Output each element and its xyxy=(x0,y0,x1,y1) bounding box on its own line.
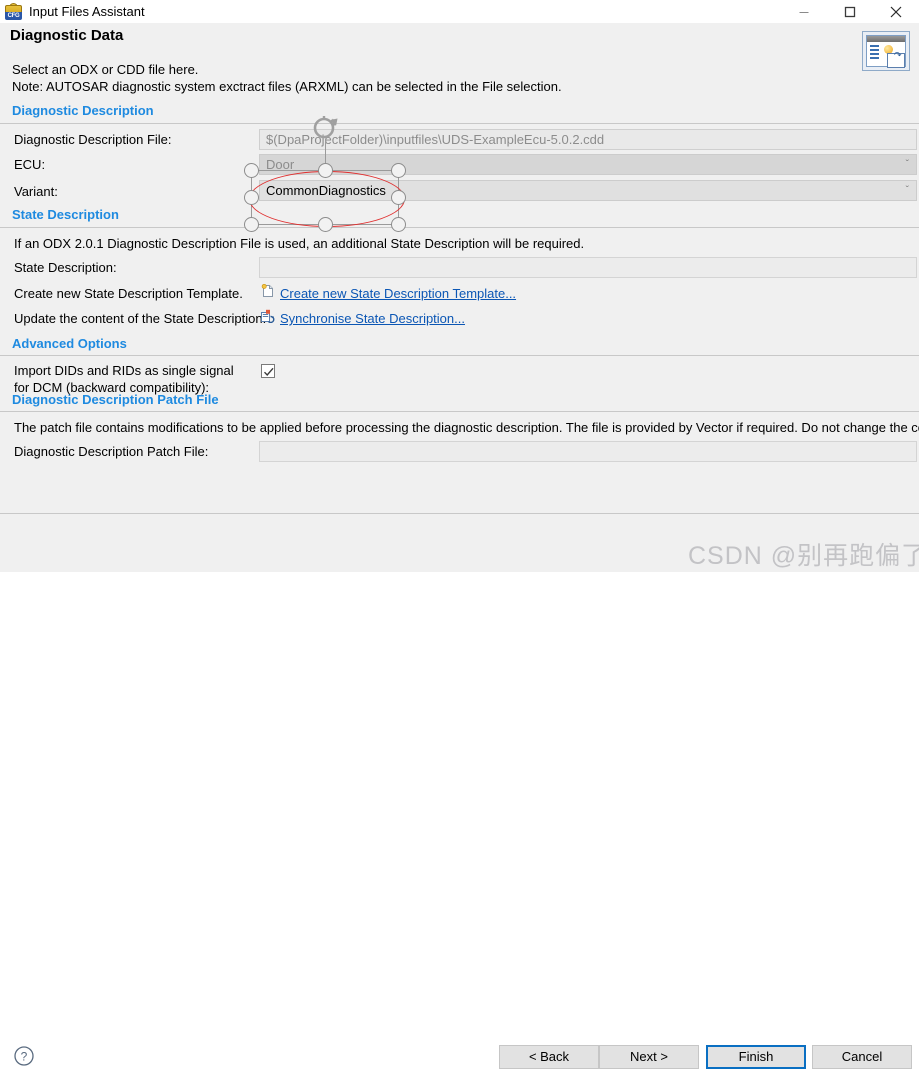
chevron-down-icon: ˇ xyxy=(905,159,909,170)
synchronise-state-description-link[interactable]: Synchronise State Description... xyxy=(280,311,465,326)
input-files-assistant-window: CFG Input Files Assistant Diagnostic Dat… xyxy=(0,0,919,1069)
diagnostic-description-file-input[interactable]: $(DpaProjectFolder)\inputfiles\UDS-Examp… xyxy=(259,129,917,150)
svg-text:?: ? xyxy=(21,1050,28,1064)
patch-file-note: The patch file contains modifications to… xyxy=(14,420,919,435)
minimize-icon xyxy=(799,11,809,13)
page-description-line2: Note: AUTOSAR diagnostic system exctract… xyxy=(12,79,562,94)
page-title: Diagnostic Data xyxy=(10,27,124,44)
section-advanced-options: Advanced Options xyxy=(12,336,127,351)
divider-4 xyxy=(0,411,919,412)
label-diagnostic-description-file: Diagnostic Description File: xyxy=(14,132,172,147)
import-dids-checkbox[interactable] xyxy=(261,364,275,378)
content-panel: Diagnostic Description Diagnostic Descri… xyxy=(0,96,919,476)
label-variant: Variant: xyxy=(14,184,58,199)
patch-file-input[interactable] xyxy=(259,441,917,462)
window-title: Input Files Assistant xyxy=(29,4,145,19)
cancel-button[interactable]: Cancel xyxy=(812,1045,912,1069)
label-ecu: ECU: xyxy=(14,157,46,172)
create-state-description-template-link[interactable]: Create new State Description Template... xyxy=(280,286,516,301)
section-patch-file: Diagnostic Description Patch File xyxy=(12,392,219,407)
back-button[interactable]: < Back xyxy=(499,1045,599,1069)
help-button[interactable]: ? xyxy=(13,1045,35,1067)
synchronise-icon xyxy=(261,309,275,324)
label-update-state-description: Update the content of the State Descript… xyxy=(14,311,267,326)
new-document-icon xyxy=(261,283,275,298)
question-mark-icon: ? xyxy=(14,1046,34,1066)
csdn-watermark: CSDN @别再跑偏了 xyxy=(688,542,919,570)
variant-combobox[interactable]: CommonDiagnostics ˇ xyxy=(259,180,917,201)
finish-button[interactable]: Finish xyxy=(706,1045,806,1069)
maximize-icon xyxy=(844,6,856,17)
variant-value: CommonDiagnostics xyxy=(266,183,386,198)
maximize-button[interactable] xyxy=(827,0,873,23)
title-bar: CFG Input Files Assistant xyxy=(0,0,919,23)
close-icon xyxy=(890,6,902,17)
divider-3 xyxy=(0,355,919,356)
app-cfg-icon: CFG xyxy=(5,3,22,20)
close-button[interactable] xyxy=(873,0,919,23)
ecu-combobox[interactable]: Door ˇ xyxy=(259,154,917,175)
state-description-input[interactable] xyxy=(259,257,917,278)
label-patch-file: Diagnostic Description Patch File: xyxy=(14,444,209,459)
checkmark-icon xyxy=(263,367,274,377)
state-description-note: If an ODX 2.0.1 Diagnostic Description F… xyxy=(14,236,585,251)
label-state-description: State Description: xyxy=(14,260,117,275)
page-description-line1: Select an ODX or CDD file here. xyxy=(12,62,199,77)
next-button[interactable]: Next > xyxy=(599,1045,699,1069)
divider-2 xyxy=(0,227,919,228)
minimize-button[interactable] xyxy=(781,0,827,23)
label-import-dids-line1: Import DIDs and RIDs as single signal xyxy=(14,363,234,378)
chevron-down-icon: ˇ xyxy=(905,185,909,196)
section-state-description: State Description xyxy=(12,207,119,222)
label-create-template: Create new State Description Template. xyxy=(14,286,243,301)
ecu-value: Door xyxy=(266,157,295,172)
divider-1 xyxy=(0,123,919,124)
wizard-page-icon: ↷ xyxy=(862,31,910,71)
section-diagnostic-description: Diagnostic Description xyxy=(12,103,154,118)
